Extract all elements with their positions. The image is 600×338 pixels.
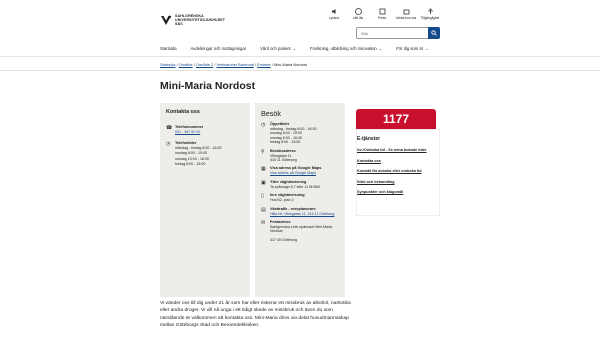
- logo-icon: [161, 15, 171, 25]
- clock-icon: ◷: [261, 122, 266, 128]
- outer-directions-text: Ta spårvagn 6,7 eller 11 till BMI: [270, 184, 320, 189]
- speaker-icon: [331, 8, 338, 15]
- vasttrafik-label: Västtrafik - reseplanerare: [270, 206, 316, 211]
- jobs-link[interactable]: Jobba hos oss: [394, 8, 418, 20]
- visiting-address-row: ⚲ Besöksadress Vikingatan 11 415 11 Göte…: [261, 149, 339, 163]
- breadcrumb-link[interactable]: Område: [179, 62, 193, 67]
- visit-heading: Besök: [261, 109, 281, 118]
- postal-line: 417 45 Göteborg: [270, 238, 297, 243]
- outer-directions-label: Yttre väghänvisning: [270, 179, 307, 184]
- press-label: Press: [377, 16, 387, 20]
- chevron-down-icon: ⌄: [378, 46, 383, 51]
- accessibility-label: Tillgänglighet: [420, 16, 440, 20]
- etjanster-link[interactable]: Av-/Omboka tid - Se mina bokade tider: [357, 148, 439, 153]
- nav-vard-och-patient[interactable]: Vård och patient ⌄: [260, 46, 296, 51]
- breadcrumb-link[interactable]: Enheter: [257, 62, 271, 67]
- contact-card: Kontakta oss ☎ Telefonnummer 031 - 367 9…: [160, 103, 250, 297]
- breadcrumb: Startsida / Område / Område 2 / Verksamh…: [160, 62, 307, 67]
- breadcrumb-link[interactable]: Verksamhet Barnmott: [216, 62, 253, 67]
- google-maps-row: ▦ Visa adress på Google Maps Visa adress…: [261, 166, 339, 175]
- vasttrafik-row: ▤ Västtrafik - reseplanerare Hitta hit, …: [261, 207, 339, 216]
- opening-line: fredag 8:00 - 15:00: [270, 140, 301, 145]
- phone-icon: ☎: [166, 125, 173, 131]
- postal-address-row: ✉ Postadress Sahlgrenska Univ sjukhuset …: [261, 220, 339, 243]
- nav-label: Vård och patient: [260, 46, 291, 51]
- accessibility-icon: [427, 8, 434, 15]
- 1177-banner[interactable]: 1177: [356, 109, 436, 129]
- divider: [0, 56, 600, 57]
- phone-row: ☎ Telefonnummer 031 - 367 92 00: [166, 125, 244, 135]
- chevron-down-icon: ⌄: [425, 46, 429, 51]
- etjanster-link[interactable]: Stöd och behandling: [357, 180, 439, 185]
- divider: [0, 70, 600, 71]
- hours-label: Telefontider: [175, 141, 197, 146]
- nav-avdelningar[interactable]: Avdelningar och mottagningar: [191, 46, 247, 51]
- hours-line: fredag 8:00 - 15:00: [175, 161, 206, 166]
- clock-icon: ◷: [166, 141, 171, 148]
- site-header: SAHLGRENSKA UNIVERSITETSSJUKHUSET SÄS Ly…: [0, 0, 600, 44]
- jobs-icon: [403, 8, 410, 15]
- logo-text: SAHLGRENSKA UNIVERSITETSSJUKHUSET SÄS: [175, 14, 225, 26]
- nav-forskning[interactable]: Forskning, utbildning och innovation ⌄: [310, 46, 382, 51]
- chevron-down-icon: ⌄: [292, 46, 296, 51]
- breadcrumb-link[interactable]: Område 2: [196, 62, 213, 67]
- nav-startsida[interactable]: Startsida: [160, 46, 177, 51]
- contact-heading: Kontakta oss: [166, 109, 200, 115]
- utility-links: Lyssna Lätt läs Press Jobba hos oss Till…: [322, 8, 442, 20]
- phone-link[interactable]: 031 - 367 92 00: [175, 130, 200, 134]
- opening-hours-row: ◷ Öppettider måndag - fredag 8:00 - 16:3…: [261, 122, 339, 145]
- logo[interactable]: SAHLGRENSKA UNIVERSITETSSJUKHUSET SÄS: [160, 14, 225, 26]
- tram-icon: ▤: [261, 206, 266, 213]
- outer-directions-row: ▣ Yttre väghänvisning Ta spårvagn 6,7 el…: [261, 180, 339, 189]
- visit-card: Besök ◷ Öppettider måndag - fredag 8:00 …: [255, 103, 345, 297]
- press-icon: [379, 8, 386, 15]
- search-button[interactable]: [428, 27, 440, 39]
- pin-icon: ⚲: [261, 148, 265, 155]
- hours-row: ◷ Telefontider måndag - fredag 8:00 - 16…: [166, 141, 244, 167]
- intro-text: Vi vänder oss till dig under 21 år som h…: [160, 301, 351, 329]
- opening-hours-label: Öppettider: [270, 122, 290, 126]
- listen-link[interactable]: Lyssna: [322, 8, 346, 20]
- breadcrumb-link[interactable]: Startsida: [160, 62, 175, 67]
- listen-label: Lyssna: [329, 16, 339, 20]
- nav-label: För dig som är: [396, 46, 424, 51]
- nav-label: Startsida: [160, 46, 177, 51]
- etjanster-panel: E-tjänster Av-/Omboka tid - Se mina boka…: [356, 129, 440, 216]
- etjanster-link[interactable]: Kontakta oss: [357, 159, 439, 164]
- google-maps-label: Visa adress på Google Maps: [270, 166, 322, 171]
- search-icon: [431, 30, 437, 36]
- postal-line: Sahlgrenska Univ sjukhuset Mini-Maria No…: [270, 225, 333, 234]
- vasttrafik-link[interactable]: Hitta hit, Vikingatan 11, 415 11 Götebor…: [270, 212, 334, 216]
- etjanster-heading: E-tjänster: [357, 136, 381, 142]
- etjanster-link[interactable]: Kontakt för avboka eller omboka tid: [357, 169, 439, 174]
- search-input[interactable]: Sök: [356, 27, 428, 39]
- address-line: 415 11 Göteborg: [270, 158, 297, 163]
- inner-directions-text: Hus B2, plan 2: [270, 198, 294, 203]
- mail-icon: ✉: [261, 220, 266, 227]
- nav-label: Avdelningar och mottagningar: [190, 46, 247, 51]
- jobs-label: Jobba hos oss: [395, 16, 417, 20]
- door-icon: ▯: [261, 193, 264, 200]
- visiting-address-label: Besöksadress: [270, 148, 296, 153]
- main-nav: Startsida Avdelningar och mottagningar V…: [160, 46, 442, 51]
- page-title: Mini-Maria Nordost: [160, 80, 256, 92]
- press-link[interactable]: Press: [370, 8, 394, 20]
- etjanster-link[interactable]: Synpunkter och klagomål: [357, 190, 439, 195]
- phone-label: Telefonnummer: [175, 125, 204, 129]
- easy-read-icon: [354, 8, 362, 15]
- inner-directions-label: Inre väghänvisning: [270, 193, 305, 198]
- postal-address-label: Postadress: [270, 220, 291, 225]
- logo-line-3: SÄS: [175, 22, 183, 26]
- map-icon: ▦: [261, 166, 266, 173]
- accessibility-link[interactable]: Tillgänglighet: [418, 8, 442, 20]
- easy-read-label: Lätt läs: [352, 16, 364, 20]
- nav-for-dig-som-ar[interactable]: För dig som är ⌄: [396, 46, 428, 51]
- inner-directions-row: ▯ Inre väghänvisning Hus B2, plan 2: [261, 193, 339, 202]
- bus-icon: ▣: [261, 179, 266, 186]
- breadcrumb-current: Mini-Maria Nordost: [274, 62, 307, 67]
- google-maps-link[interactable]: Visa adress på Google Maps: [270, 171, 316, 175]
- nav-label: Forskning, utbildning och innovation: [309, 46, 377, 51]
- easy-read-link[interactable]: Lätt läs: [346, 8, 370, 20]
